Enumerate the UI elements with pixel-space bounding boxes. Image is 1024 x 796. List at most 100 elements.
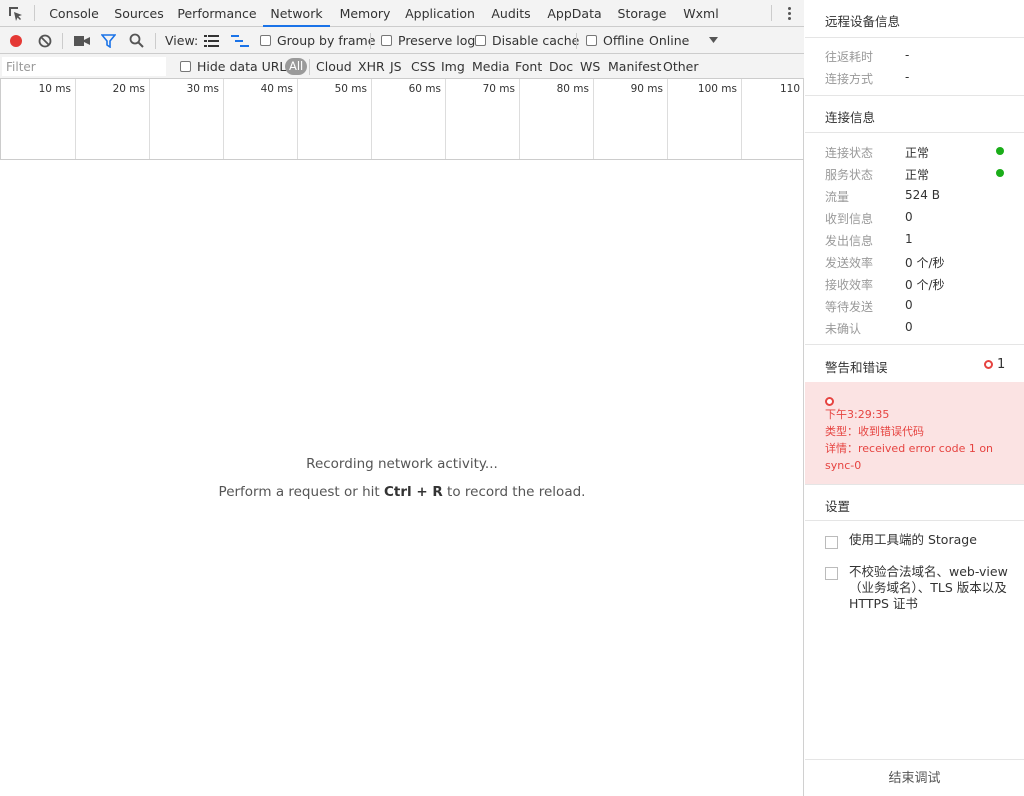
timeline-tick-label: 40 ms: [260, 83, 293, 95]
divider: [805, 37, 1024, 38]
capture-screenshots-icon[interactable]: [74, 35, 90, 47]
tab-audits[interactable]: Audits: [488, 0, 534, 27]
timeline-tick-label: 90 ms: [630, 83, 663, 95]
offline-checkbox[interactable]: Offline: [586, 27, 644, 54]
use-tool-storage-label: 使用工具端的 Storage: [849, 532, 977, 547]
tab-appdata[interactable]: AppData: [545, 0, 604, 27]
filter-type-cloud[interactable]: Cloud: [316, 54, 352, 79]
traffic-label: 流量: [825, 190, 850, 204]
tab-console[interactable]: Console: [43, 0, 105, 27]
received-value: 0: [905, 210, 913, 224]
inspect-element-icon[interactable]: [8, 6, 24, 22]
tab-wxml[interactable]: Wxml: [680, 0, 722, 27]
timeline-gridline: [149, 79, 150, 159]
filter-bar: Hide data URLs All Cloud XHR JS CSS Img …: [0, 54, 804, 79]
connection-status-label: 连接状态: [825, 146, 874, 160]
tab-network[interactable]: Network: [263, 0, 330, 27]
filter-type-js[interactable]: JS: [390, 54, 402, 79]
search-icon[interactable]: [129, 33, 144, 48]
group-by-frame-checkbox[interactable]: Group by frame: [260, 27, 375, 54]
network-overview-timeline[interactable]: 10 ms 20 ms 30 ms 40 ms 50 ms 60 ms 70 ms 80 ms…: [0, 79, 804, 160]
timeline-gridline: [593, 79, 594, 159]
timeline-gridline: [223, 79, 224, 159]
error-type: 类型：收到错误代码: [825, 425, 924, 438]
filter-type-xhr[interactable]: XHR: [358, 54, 385, 79]
rtt-label: 往返耗时: [825, 50, 874, 64]
timeline-gridline: [667, 79, 668, 159]
clear-icon[interactable]: [38, 34, 52, 48]
connection-type-label: 连接方式: [825, 72, 874, 86]
throttling-value: Online: [649, 33, 690, 48]
timeline-tick-label: 80 ms: [556, 83, 589, 95]
filter-input[interactable]: [2, 57, 166, 76]
pending-send-value: 0: [905, 298, 913, 312]
service-status-value: 正常: [905, 168, 930, 182]
remote-debug-sidebar: 远程设备信息 往返耗时 - 连接方式 - 连接信息 连接状态 正常 服务状态 正…: [805, 0, 1024, 796]
sent-label: 发出信息: [825, 234, 874, 248]
filter-type-other[interactable]: Other: [663, 54, 699, 79]
divider: [805, 95, 1024, 96]
tab-memory[interactable]: Memory: [336, 0, 394, 27]
filter-icon[interactable]: [101, 34, 116, 48]
tab-performance[interactable]: Performance: [176, 0, 258, 27]
timeline-tick-label: 50 ms: [334, 83, 367, 95]
toolbar-separator: [62, 33, 63, 49]
waterfall-overview-icon[interactable]: [231, 35, 249, 47]
filter-type-img[interactable]: Img: [441, 54, 465, 79]
preserve-log-checkbox[interactable]: Preserve log: [381, 27, 475, 54]
large-rows-icon[interactable]: [204, 35, 219, 47]
rtt-value: -: [905, 48, 910, 62]
filter-type-manifest[interactable]: Manifest: [608, 54, 661, 79]
tab-sources[interactable]: Sources: [110, 0, 168, 27]
connection-status-value: 正常: [905, 146, 930, 160]
filter-type-all[interactable]: All: [285, 58, 308, 75]
error-icon: [984, 360, 993, 369]
service-status-label: 服务状态: [825, 168, 874, 182]
error-detail: 详情：received error code 1 on sync-0: [825, 442, 994, 472]
timeline-gridline: [445, 79, 446, 159]
timeline-gridline: [741, 79, 742, 159]
filter-type-font[interactable]: Font: [515, 54, 542, 79]
filter-type-doc[interactable]: Doc: [549, 54, 573, 79]
throttling-select[interactable]: Online: [649, 27, 724, 54]
timeline-gridline: [297, 79, 298, 159]
reload-hint-suffix: to record the reload.: [442, 484, 586, 500]
more-options-icon[interactable]: [784, 5, 794, 22]
timeline-gridline: [519, 79, 520, 159]
toolbar-separator: [370, 33, 371, 49]
checkbox-icon: [180, 61, 191, 72]
use-tool-storage-checkbox[interactable]: [825, 536, 838, 549]
skip-domain-check-checkbox[interactable]: [825, 567, 838, 580]
traffic-value: 524 B: [905, 188, 940, 202]
error-count: 1: [997, 357, 1006, 372]
divider: [805, 484, 1024, 485]
recording-message: Recording network activity...: [306, 456, 498, 472]
hide-data-urls-checkbox[interactable]: Hide data URLs: [180, 54, 293, 79]
filter-separator: [309, 59, 310, 75]
receive-rate-label: 接收效率: [825, 278, 874, 292]
sent-value: 1: [905, 232, 913, 246]
network-toolbar: View: Group by frame Preserve log Disabl…: [0, 27, 804, 54]
filter-type-media[interactable]: Media: [472, 54, 510, 79]
reload-shortcut: Ctrl + R: [383, 484, 443, 500]
devtools-tabbar: Console Sources Performance Network Memo…: [0, 0, 804, 27]
preserve-log-label: Preserve log: [398, 33, 476, 48]
group-by-frame-label: Group by frame: [277, 33, 376, 48]
disable-cache-checkbox[interactable]: Disable cache: [475, 27, 579, 54]
record-icon[interactable]: [9, 34, 23, 48]
end-debug-button[interactable]: 结束调试: [805, 759, 1024, 796]
filter-type-ws[interactable]: WS: [580, 54, 600, 79]
pending-send-label: 等待发送: [825, 300, 874, 314]
divider: [805, 520, 1024, 521]
filter-type-css[interactable]: CSS: [411, 54, 436, 79]
remote-device-title: 远程设备信息: [825, 14, 901, 29]
checkbox-icon: [586, 35, 597, 46]
tab-application[interactable]: Application: [402, 0, 478, 27]
settings-title: 设置: [825, 499, 851, 514]
divider: [805, 344, 1024, 345]
tab-separator: [34, 5, 35, 21]
tab-storage[interactable]: Storage: [614, 0, 670, 27]
timeline-tick-label: 10 ms: [38, 83, 71, 95]
timeline-tick-label: 110: [779, 83, 800, 95]
reload-hint: Perform a request or hit Ctrl + R to rec…: [0, 484, 804, 500]
